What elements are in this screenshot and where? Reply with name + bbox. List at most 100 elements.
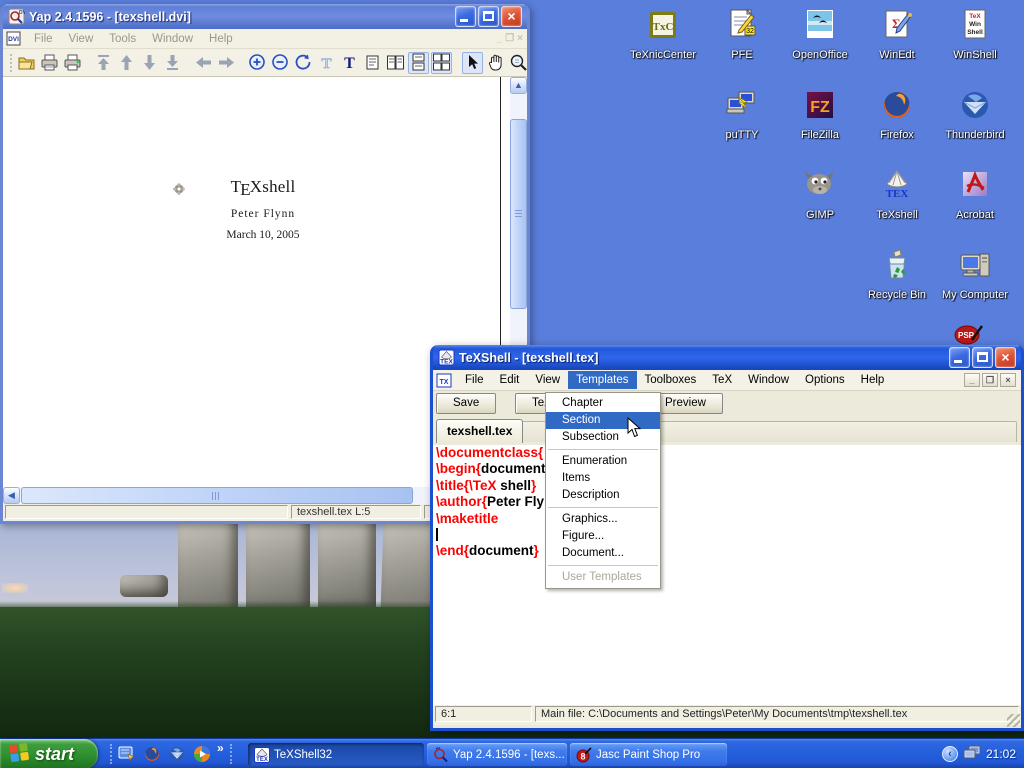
tool-magnifier-icon[interactable] xyxy=(508,52,529,74)
texshell-minimize-button[interactable] xyxy=(949,347,970,368)
mdi-close-button[interactable]: × xyxy=(1000,373,1016,387)
scroll-thumb[interactable] xyxy=(21,487,413,504)
desktop-icon-texshell[interactable]: TEXTeXshell xyxy=(859,168,935,221)
desktop-icon-texniccenter[interactable]: TxCTeXnicCenter xyxy=(625,8,701,61)
desktop-icon-gimp[interactable]: GIMP xyxy=(782,168,858,221)
mdi-minimize-icon[interactable]: _ xyxy=(497,33,503,44)
forward-icon[interactable] xyxy=(216,52,237,74)
yap-menu-help[interactable]: Help xyxy=(201,31,241,47)
mdi-restore-icon[interactable]: ❐ xyxy=(505,33,514,44)
page-up-icon[interactable] xyxy=(116,52,137,74)
print-icon[interactable] xyxy=(39,52,60,74)
zoom-in-icon[interactable] xyxy=(247,52,268,74)
texshell-menu-help[interactable]: Help xyxy=(853,371,893,389)
putty-icon xyxy=(725,88,759,122)
text-outline-icon[interactable]: T xyxy=(316,52,337,74)
editor[interactable]: \documentclass{\begin{document}\title{\T… xyxy=(433,445,1021,705)
back-icon[interactable] xyxy=(193,52,214,74)
texshell-menu-options[interactable]: Options xyxy=(797,371,853,389)
desktop-icon-winedt[interactable]: ΣWinEdt xyxy=(859,8,935,61)
first-page-icon[interactable] xyxy=(93,52,114,74)
texshell-menu-window[interactable]: Window xyxy=(740,371,797,389)
menu-item-section[interactable]: Section xyxy=(546,412,660,429)
texshell-menu-templates[interactable]: Templates xyxy=(568,371,636,389)
texshell-menu-tex[interactable]: TeX xyxy=(704,371,740,389)
save-button[interactable]: Save xyxy=(436,393,496,414)
yap-menu-tools[interactable]: Tools xyxy=(101,31,144,47)
svg-text:32: 32 xyxy=(746,28,754,35)
quick-launch-grip[interactable] xyxy=(110,744,112,764)
texshell-menu-toolboxes[interactable]: Toolboxes xyxy=(637,371,705,389)
desktop-icon-thunderbird[interactable]: Thunderbird xyxy=(937,88,1013,141)
media-player-icon[interactable] xyxy=(193,745,211,763)
desktop-icon-putty[interactable]: puTTY xyxy=(704,88,780,141)
thunderbird-ql-icon[interactable] xyxy=(168,745,186,763)
zoom-out-icon[interactable] xyxy=(270,52,291,74)
menu-item-subsection[interactable]: Subsection xyxy=(546,429,660,446)
texshell-close-button[interactable]: × xyxy=(995,347,1016,368)
tool-hand-icon[interactable] xyxy=(485,52,506,74)
texshell-titlebar[interactable]: TEX TeXShell - [texshell.tex] × xyxy=(433,345,1021,370)
hide-tray-icons-chevron[interactable]: ‹ xyxy=(942,746,958,762)
view-continuous-facing-icon[interactable] xyxy=(431,52,452,74)
desktop-icon-mycomputer[interactable]: My Computer xyxy=(937,248,1013,301)
last-page-icon[interactable] xyxy=(162,52,183,74)
texshell-menu-edit[interactable]: Edit xyxy=(492,371,528,389)
menu-separator xyxy=(548,507,658,508)
desktop-icon-winshell[interactable]: TeXWinShellWinShell xyxy=(937,8,1013,61)
menu-item-items[interactable]: Items xyxy=(546,470,660,487)
taskbar-button-psp[interactable]: 8Jasc Paint Shop Pro xyxy=(570,743,727,766)
toolbar-grip[interactable] xyxy=(10,54,12,72)
resize-grip[interactable] xyxy=(1007,714,1020,727)
page-down-icon[interactable] xyxy=(139,52,160,74)
mdi-minimize-button[interactable]: _ xyxy=(964,373,980,387)
menu-item-enumeration[interactable]: Enumeration xyxy=(546,453,660,470)
text-render-icon[interactable]: T xyxy=(339,52,360,74)
task-area-grip[interactable] xyxy=(230,744,232,764)
view-single-icon[interactable] xyxy=(362,52,383,74)
taskbar-button-yap[interactable]: Yap 2.4.1596 - [texs... xyxy=(427,743,567,766)
menu-item-chapter[interactable]: Chapter xyxy=(546,395,660,412)
print-page-icon[interactable] xyxy=(62,52,83,74)
refresh-icon[interactable] xyxy=(293,52,314,74)
tool-select-icon[interactable] xyxy=(462,52,483,74)
scroll-up-button[interactable]: ▲ xyxy=(510,77,527,94)
recyclebin-icon xyxy=(880,248,914,282)
texshell-maximize-button[interactable] xyxy=(972,347,993,368)
menu-item-figure[interactable]: Figure... xyxy=(546,528,660,545)
texshell-menu-file[interactable]: File xyxy=(457,371,492,389)
yap-menu-window[interactable]: Window xyxy=(144,31,201,47)
mdi-restore-button[interactable]: ❐ xyxy=(982,373,998,387)
yap-titlebar[interactable]: DVI Yap 2.4.1596 - [texshell.dvi] × xyxy=(3,4,527,29)
yap-close-button[interactable]: × xyxy=(501,6,522,27)
texshell-menu-view[interactable]: View xyxy=(527,371,568,389)
start-button[interactable]: start xyxy=(0,739,98,768)
desktop-icon-pfe[interactable]: 32PFE xyxy=(704,8,780,61)
editor-line: \begin{document} xyxy=(433,461,1021,477)
yap-maximize-button[interactable] xyxy=(478,6,499,27)
desktop-icon-label: Firefox xyxy=(859,129,935,141)
menu-item-graphics[interactable]: Graphics... xyxy=(546,511,660,528)
view-facing-icon[interactable] xyxy=(385,52,406,74)
desktop-icon-filezilla[interactable]: FZFileZilla xyxy=(782,88,858,141)
desktop-icon-acrobat[interactable]: Acrobat xyxy=(937,168,1013,221)
desktop-icon-firefox[interactable]: Firefox xyxy=(859,88,935,141)
yap-minimize-button[interactable] xyxy=(455,6,476,27)
mdi-close-icon[interactable]: × xyxy=(517,33,523,44)
yap-menu-file[interactable]: File xyxy=(26,31,61,47)
show-desktop-icon[interactable] xyxy=(118,745,136,763)
desktop-icon-recyclebin[interactable]: Recycle Bin xyxy=(859,248,935,301)
scroll-left-button[interactable]: ◀ xyxy=(3,487,20,504)
scroll-thumb[interactable] xyxy=(510,119,527,309)
yap-menu-view[interactable]: View xyxy=(61,31,102,47)
display-settings-tray-icon[interactable] xyxy=(963,744,981,765)
desktop-icon-openoffice[interactable]: OpenOffice xyxy=(782,8,858,61)
view-continuous-icon[interactable] xyxy=(408,52,429,74)
tab-texshell-tex[interactable]: texshell.tex xyxy=(436,419,523,443)
firefox-ql-icon[interactable] xyxy=(143,745,161,763)
menu-item-description[interactable]: Description xyxy=(546,487,660,504)
quick-launch-overflow-chevron[interactable]: » xyxy=(217,741,224,755)
open-icon[interactable] xyxy=(16,52,37,74)
taskbar-button-texshell[interactable]: TEXTeXShell32 xyxy=(248,743,424,766)
menu-item-document[interactable]: Document... xyxy=(546,545,660,562)
